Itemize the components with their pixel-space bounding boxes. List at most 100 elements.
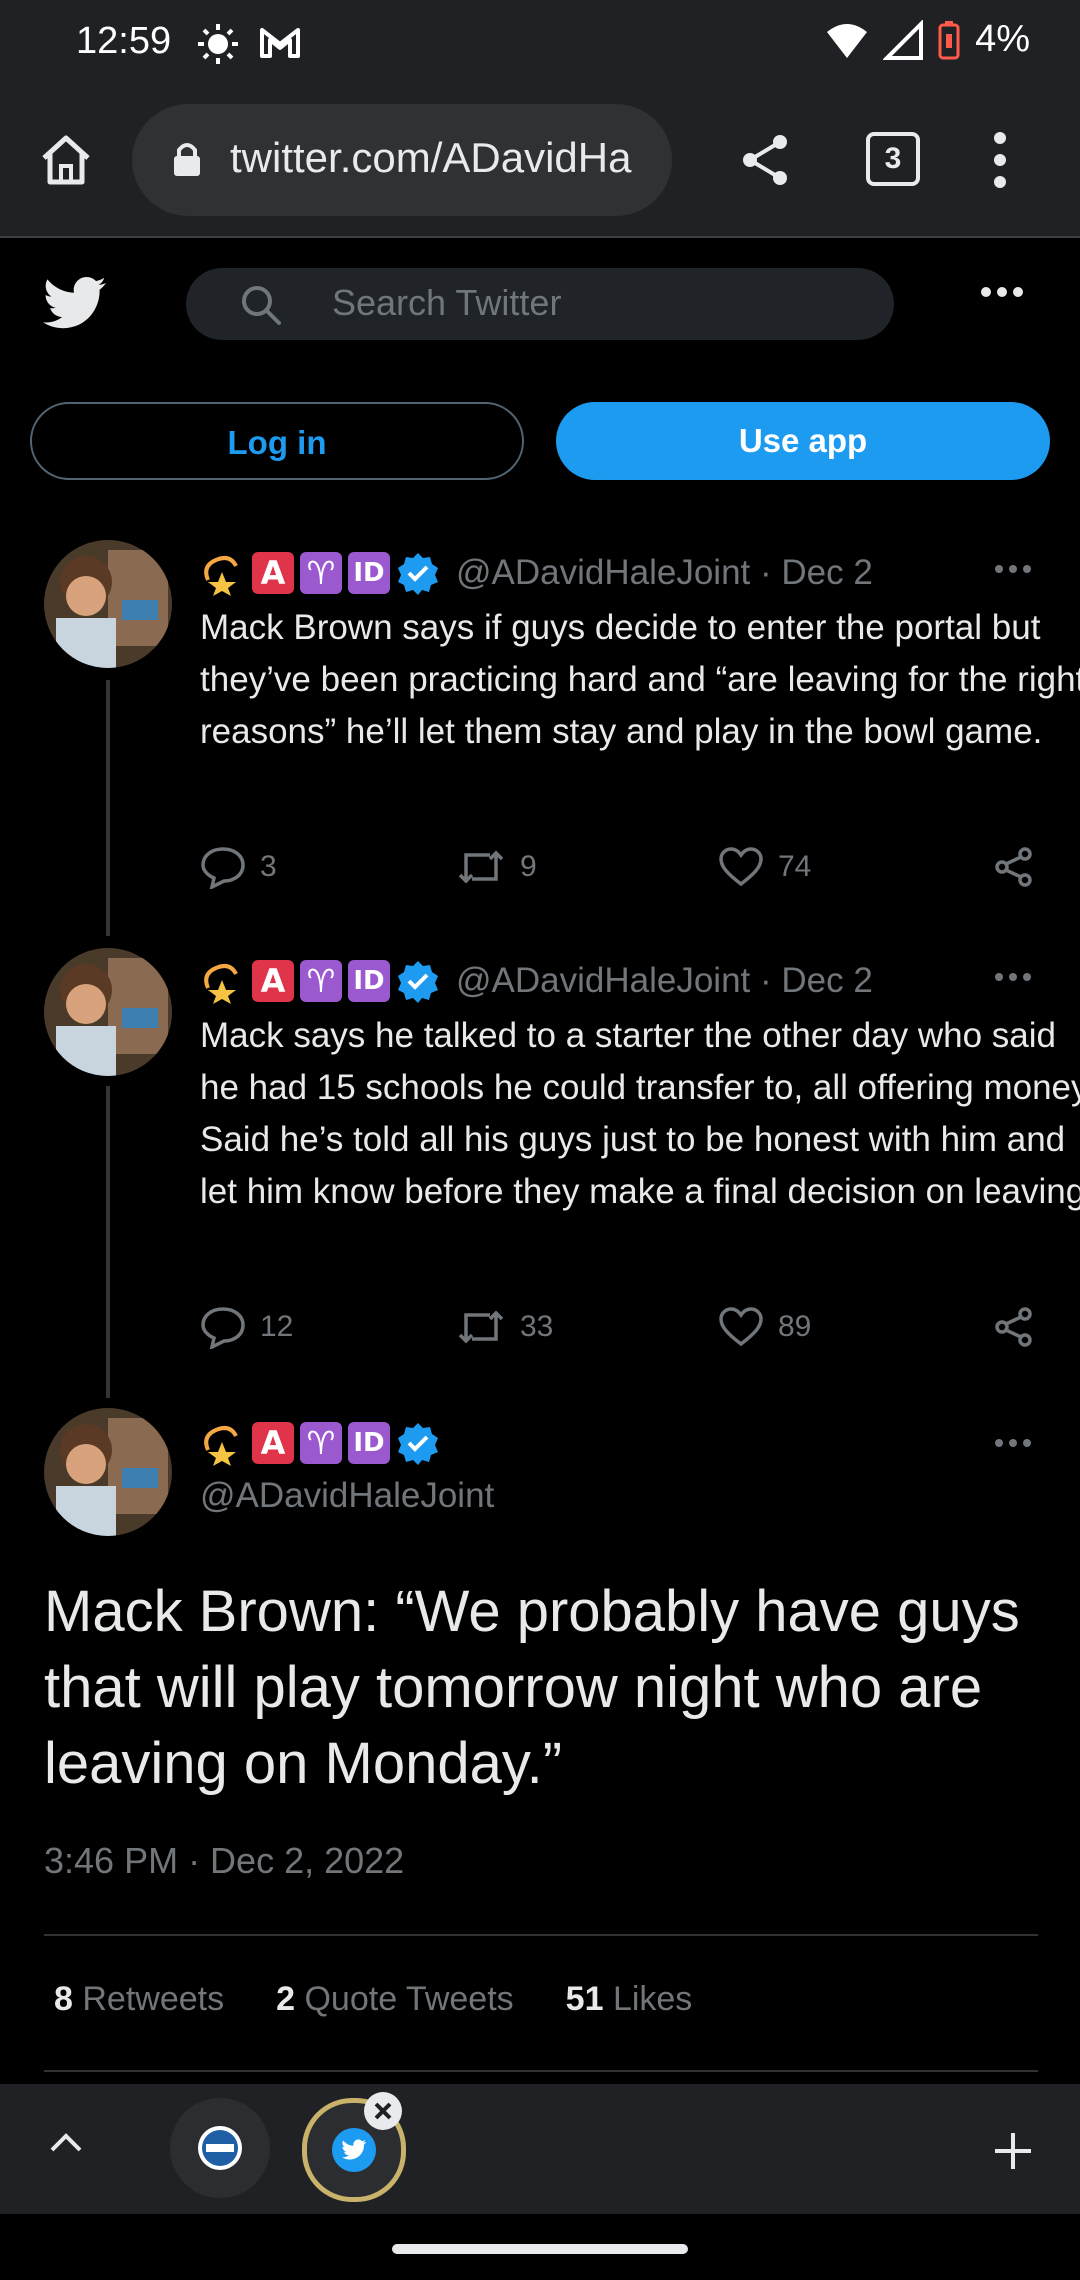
badge-aries: ♈ bbox=[300, 1422, 342, 1464]
badge-id: ID bbox=[348, 1422, 390, 1464]
avatar[interactable] bbox=[44, 948, 172, 1076]
retweet-count: 33 bbox=[520, 1310, 554, 1343]
main-tweet-timestamp[interactable]: 3:46 PM · Dec 2, 2022 bbox=[44, 1840, 404, 1882]
tweet-more-icon[interactable] bbox=[994, 1438, 1032, 1448]
tweet-text: Mack says he talked to a starter the oth… bbox=[200, 1016, 1080, 1211]
heart-icon bbox=[719, 847, 763, 887]
tab-favicon-247sports[interactable] bbox=[170, 2098, 270, 2198]
reply-icon bbox=[201, 847, 245, 889]
stat-number: 2 bbox=[276, 1980, 296, 2018]
badge-aries: ♈ bbox=[300, 552, 342, 594]
tweet-more-icon[interactable] bbox=[994, 972, 1032, 982]
browser-toolbar: twitter.com/ADavidHa 3 bbox=[0, 88, 1080, 238]
tweet-text: Mack Brown says if guys decide to enter … bbox=[200, 608, 1080, 751]
verified-icon bbox=[398, 553, 438, 595]
share-tweet-icon[interactable] bbox=[994, 1306, 1034, 1348]
search-icon bbox=[242, 286, 281, 325]
tweet-actions: 3 9 74 bbox=[200, 842, 1036, 892]
main-handle[interactable]: @ADavidHaleJoint bbox=[200, 1476, 494, 1516]
heart-icon bbox=[719, 1307, 763, 1347]
reply-count: 3 bbox=[260, 850, 277, 883]
badge-a: A bbox=[252, 960, 294, 1002]
tweet-handle-date[interactable]: @ADavidHaleJoint · Dec 2 bbox=[456, 553, 873, 593]
search-placeholder: Search Twitter bbox=[332, 282, 562, 323]
stat-number: 8 bbox=[54, 1980, 73, 2018]
like-count: 89 bbox=[778, 1310, 812, 1343]
signal-icon bbox=[883, 19, 924, 60]
reply-action[interactable]: 3 bbox=[200, 845, 277, 889]
dizzy-emoji-icon bbox=[204, 964, 238, 1004]
likes-stat[interactable]: 51 Likes bbox=[566, 1980, 693, 2019]
verified-icon bbox=[398, 961, 438, 1003]
divider bbox=[44, 2070, 1038, 2072]
overflow-menu-icon[interactable] bbox=[990, 130, 1010, 190]
search-box[interactable]: Search Twitter bbox=[186, 268, 894, 340]
retweet-count: 9 bbox=[520, 850, 537, 883]
more-options-icon[interactable] bbox=[980, 286, 1024, 298]
stat-number: 51 bbox=[565, 1980, 604, 2018]
avatar[interactable] bbox=[44, 540, 172, 668]
reply-action[interactable]: 12 bbox=[200, 1305, 293, 1349]
verified-icon bbox=[398, 1423, 438, 1465]
dizzy-emoji-icon bbox=[204, 556, 238, 596]
home-indicator[interactable] bbox=[392, 2244, 688, 2254]
tab-group-bar bbox=[0, 2084, 1080, 2214]
gmail-icon bbox=[260, 28, 300, 58]
badge-a: A bbox=[252, 1422, 294, 1464]
tweet-more-icon[interactable] bbox=[994, 564, 1032, 574]
close-tab-button[interactable] bbox=[364, 2092, 402, 2130]
tweet-author-line: A ♈ ID @ADavidHaleJoint · Dec 2 bbox=[200, 546, 873, 600]
battery-percent: 4% bbox=[975, 18, 1030, 60]
retweet-icon bbox=[458, 850, 504, 884]
tab-switcher-button[interactable]: 3 bbox=[866, 132, 920, 186]
like-action[interactable]: 74 bbox=[718, 846, 811, 888]
url-bar[interactable]: twitter.com/ADavidHa bbox=[132, 104, 672, 216]
tweet[interactable]: A ♈ ID @ADavidHaleJoint · Dec 2 Mack say… bbox=[0, 948, 1080, 1368]
like-count: 74 bbox=[778, 850, 812, 883]
lock-icon bbox=[174, 143, 200, 176]
url-text: twitter.com/ADavidHa bbox=[230, 134, 632, 181]
badge-id: ID bbox=[348, 960, 390, 1002]
system-nav-bar bbox=[0, 2214, 1080, 2280]
reply-icon bbox=[201, 1307, 245, 1349]
twitter-logo-icon[interactable] bbox=[42, 276, 108, 332]
home-icon[interactable] bbox=[34, 128, 98, 192]
system-status: 4% bbox=[825, 18, 1030, 61]
share-tweet-icon[interactable] bbox=[994, 846, 1034, 888]
retweet-icon bbox=[458, 1310, 504, 1344]
status-bar: 12:59 4% bbox=[0, 0, 1080, 88]
avatar[interactable] bbox=[44, 1408, 172, 1536]
retweets-stat[interactable]: 8 Retweets bbox=[54, 1980, 224, 2019]
weather-icon bbox=[198, 24, 238, 64]
tweet-actions: 12 33 89 bbox=[200, 1302, 1036, 1352]
sports-site-icon bbox=[198, 2126, 242, 2170]
use-app-button[interactable]: Use app bbox=[556, 402, 1050, 480]
quote-tweets-stat[interactable]: 2 Quote Tweets bbox=[276, 1980, 514, 2019]
wifi-icon bbox=[827, 23, 868, 58]
chevron-up-icon[interactable] bbox=[48, 2130, 84, 2154]
badge-aries: ♈ bbox=[300, 960, 342, 1002]
main-author-badges: A ♈ ID bbox=[200, 1416, 440, 1470]
tweet-author-line: A ♈ ID @ADavidHaleJoint · Dec 2 bbox=[200, 954, 873, 1008]
twitter-tab-icon bbox=[332, 2128, 376, 2172]
stat-label: Likes bbox=[612, 1980, 693, 2018]
tweet[interactable]: A ♈ ID @ADavidHaleJoint · Dec 2 Mack Bro… bbox=[0, 540, 1080, 920]
stat-label: Retweets bbox=[82, 1980, 225, 2018]
badge-a: A bbox=[252, 552, 294, 594]
battery-low-icon bbox=[938, 20, 960, 59]
dizzy-emoji-icon bbox=[204, 1426, 238, 1466]
share-icon[interactable] bbox=[740, 132, 792, 188]
badge-id: ID bbox=[348, 552, 390, 594]
reply-count: 12 bbox=[260, 1310, 294, 1343]
stat-label: Quote Tweets bbox=[304, 1980, 514, 2018]
like-action[interactable]: 89 bbox=[718, 1306, 811, 1348]
divider bbox=[44, 1934, 1038, 1936]
retweet-action[interactable]: 9 bbox=[456, 847, 537, 887]
retweet-action[interactable]: 33 bbox=[456, 1307, 553, 1347]
main-tweet-text: Mack Brown: “We probably have guys that … bbox=[44, 1579, 1020, 1796]
log-in-button[interactable]: Log in bbox=[30, 402, 524, 480]
add-tab-icon[interactable] bbox=[992, 2130, 1034, 2172]
tweet-handle-date[interactable]: @ADavidHaleJoint · Dec 2 bbox=[456, 961, 873, 1001]
close-icon bbox=[374, 2102, 392, 2120]
tweet-stats: 8 Retweets 2 Quote Tweets 51 Likes bbox=[54, 1980, 692, 2019]
